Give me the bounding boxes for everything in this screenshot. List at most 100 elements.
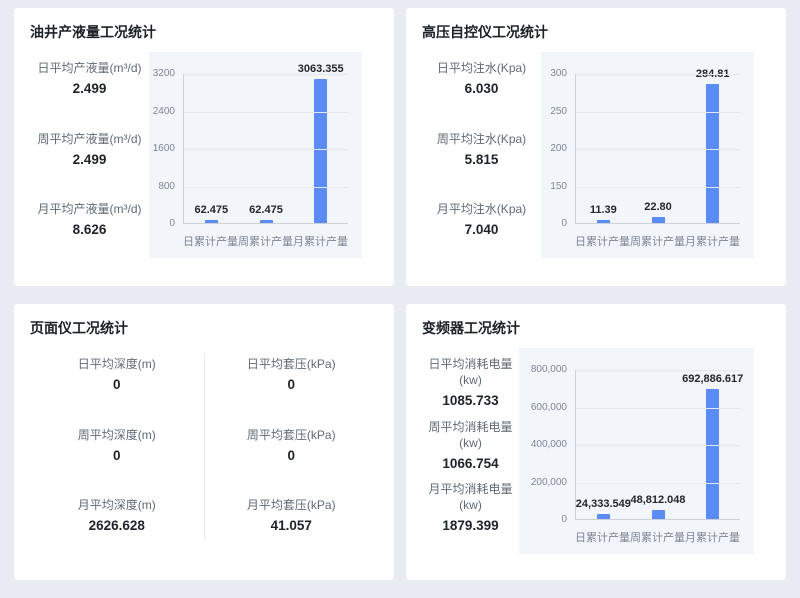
y-tick-label: 3200 [153,68,175,80]
plot-row: 0200,000400,000600,000800,000 24,333.549… [519,370,754,520]
stat-value: 6.030 [422,81,541,97]
y-axis: 0800160024003200 [149,74,183,224]
plot-row: 0150200250300 11.3922.80284.81 [541,74,754,224]
y-tick-label: 800 [158,181,175,193]
bar-value-label: 62.475 [249,204,283,216]
stat-label: 周平均套压(kPa) [205,427,379,443]
stats-column: 日平均产液量(m³/d) 2.499 周平均产液量(m³/d) 2.499 月平… [30,52,149,258]
stat-weekly-avg: 周平均消耗电量(kw) 1066.754 [422,419,519,472]
stat-label: 周平均注水(Kpa) [422,131,541,147]
stat-label: 月平均产液量(m³/d) [30,201,149,217]
gridline [184,149,348,150]
y-tick-label: 0 [169,218,175,230]
gridline [576,112,740,113]
x-axis-labels: 日累计产量周累计产量月累计产量 [183,224,348,249]
category-label: 月累计产量 [685,529,740,545]
stat-weekly-avg: 周平均产液量(m³/d) 2.499 [30,131,149,168]
plot-area: 11.3922.80284.81 [575,74,740,224]
bar [597,220,610,223]
y-tick-label: 200 [550,143,567,155]
bar-value-label: 11.39 [590,204,617,216]
depth-column: 日平均深度(m) 0 周平均深度(m) 0 月平均深度(m) 2626.628 [30,348,204,554]
y-tick-label: 1600 [153,143,175,155]
plot-area: 24,333.54948,812.048692,886.617 [575,370,740,520]
gridline [184,187,348,188]
stat-label: 月平均套压(kPa) [205,497,379,513]
stat-value: 8.626 [30,222,149,238]
x-axis-labels: 日累计产量周累计产量月累计产量 [575,224,740,249]
panel-body: 日平均产液量(m³/d) 2.499 周平均产液量(m³/d) 2.499 月平… [30,52,378,258]
gridline [576,74,740,75]
panel-body: 日平均注水(Kpa) 6.030 周平均注水(Kpa) 5.815 月平均注水(… [422,52,770,258]
stat-daily-avg: 日平均注水(Kpa) 6.030 [422,60,541,97]
stats-column: 日平均消耗电量(kw) 1085.733 周平均消耗电量(kw) 1066.75… [422,348,519,554]
stats-two-columns: 日平均深度(m) 0 周平均深度(m) 0 月平均深度(m) 2626.628 … [30,348,378,554]
bar-value-label: 24,333.549 [576,498,631,510]
stat-daily-avg: 日平均产液量(m³/d) 2.499 [30,60,149,97]
stat-value: 5.815 [422,152,541,168]
bar [652,510,665,519]
stat-value: 2.499 [30,81,149,97]
gridline [576,408,740,409]
bar-value-label: 692,886.617 [682,373,743,385]
stat-monthly-avg: 月平均产液量(m³/d) 8.626 [30,201,149,238]
dashboard-page: 油井产液量工况统计 日平均产液量(m³/d) 2.499 周平均产液量(m³/d… [0,0,800,598]
stat-value: 1066.754 [422,456,519,472]
y-tick-label: 2400 [153,106,175,118]
x-axis-labels: 日累计产量周累计产量月累计产量 [575,520,740,545]
stat-label: 日平均套压(kPa) [205,356,379,372]
casing-pressure-column: 日平均套压(kPa) 0 周平均套压(kPa) 0 月平均套压(kPa) 41.… [205,348,379,554]
stat-value: 41.057 [205,518,379,534]
stat-value: 2.499 [30,152,149,168]
gridline [576,370,740,371]
stat-label: 月平均注水(Kpa) [422,201,541,217]
stat-label: 月平均消耗电量(kw) [422,481,519,513]
panel-frequency-converter: 变频器工况统计 日平均消耗电量(kw) 1085.733 周平均消耗电量(kw)… [406,304,786,580]
bar-value-label: 62.475 [195,204,229,216]
y-tick-label: 300 [550,68,567,80]
bar [652,217,665,223]
stat-label: 月平均深度(m) [30,497,204,513]
bar [706,389,719,519]
bar-chart-oil-production: 0800160024003200 62.47562.4753063.355 日累… [149,52,362,258]
y-tick-label: 250 [550,106,567,118]
gridline [576,149,740,150]
y-tick-label: 150 [550,181,567,193]
y-tick-label: 600,000 [531,402,567,414]
gridline [576,445,740,446]
panel-oil-well-production: 油井产液量工况统计 日平均产液量(m³/d) 2.499 周平均产液量(m³/d… [14,8,394,286]
bar [260,220,273,223]
panel-level-meter: 页面仪工况统计 日平均深度(m) 0 周平均深度(m) 0 月平均深度(m) 2… [14,304,394,580]
panel-body: 日平均消耗电量(kw) 1085.733 周平均消耗电量(kw) 1066.75… [422,348,770,554]
y-tick-label: 0 [561,514,567,526]
gridline [576,187,740,188]
stat-weekly-avg: 周平均注水(Kpa) 5.815 [422,131,541,168]
bar-chart-power-consumption: 0200,000400,000600,000800,000 24,333.549… [519,348,754,554]
stat-label: 周平均产液量(m³/d) [30,131,149,147]
stat-daily-depth: 日平均深度(m) 0 [30,356,204,393]
category-label: 日累计产量 [575,529,630,545]
gridline [576,483,740,484]
stat-monthly-avg: 月平均消耗电量(kw) 1879.399 [422,481,519,534]
category-label: 周累计产量 [238,233,293,249]
category-label: 月累计产量 [293,233,348,249]
bar [314,79,327,223]
stat-label: 日平均注水(Kpa) [422,60,541,76]
bar [597,514,610,519]
y-tick-label: 0 [561,218,567,230]
gridline [184,112,348,113]
stat-value: 1085.733 [422,393,519,409]
stat-label: 日平均深度(m) [30,356,204,372]
gridline [184,74,348,75]
stat-label: 周平均消耗电量(kw) [422,419,519,451]
panel-title: 变频器工况统计 [422,318,770,338]
stat-monthly-casing-pressure: 月平均套压(kPa) 41.057 [205,497,379,534]
y-tick-label: 400,000 [531,439,567,451]
stat-weekly-depth: 周平均深度(m) 0 [30,427,204,464]
stat-daily-casing-pressure: 日平均套压(kPa) 0 [205,356,379,393]
plot-row: 0800160024003200 62.47562.4753063.355 [149,74,362,224]
bar [706,84,719,223]
category-label: 周累计产量 [630,233,685,249]
bar-chart-water-injection: 0 150 200 250 300 11.3922.80284.81 日累计产量周累计产… [541,52,754,258]
panel-title: 高压自控仪工况统计 [422,22,770,42]
